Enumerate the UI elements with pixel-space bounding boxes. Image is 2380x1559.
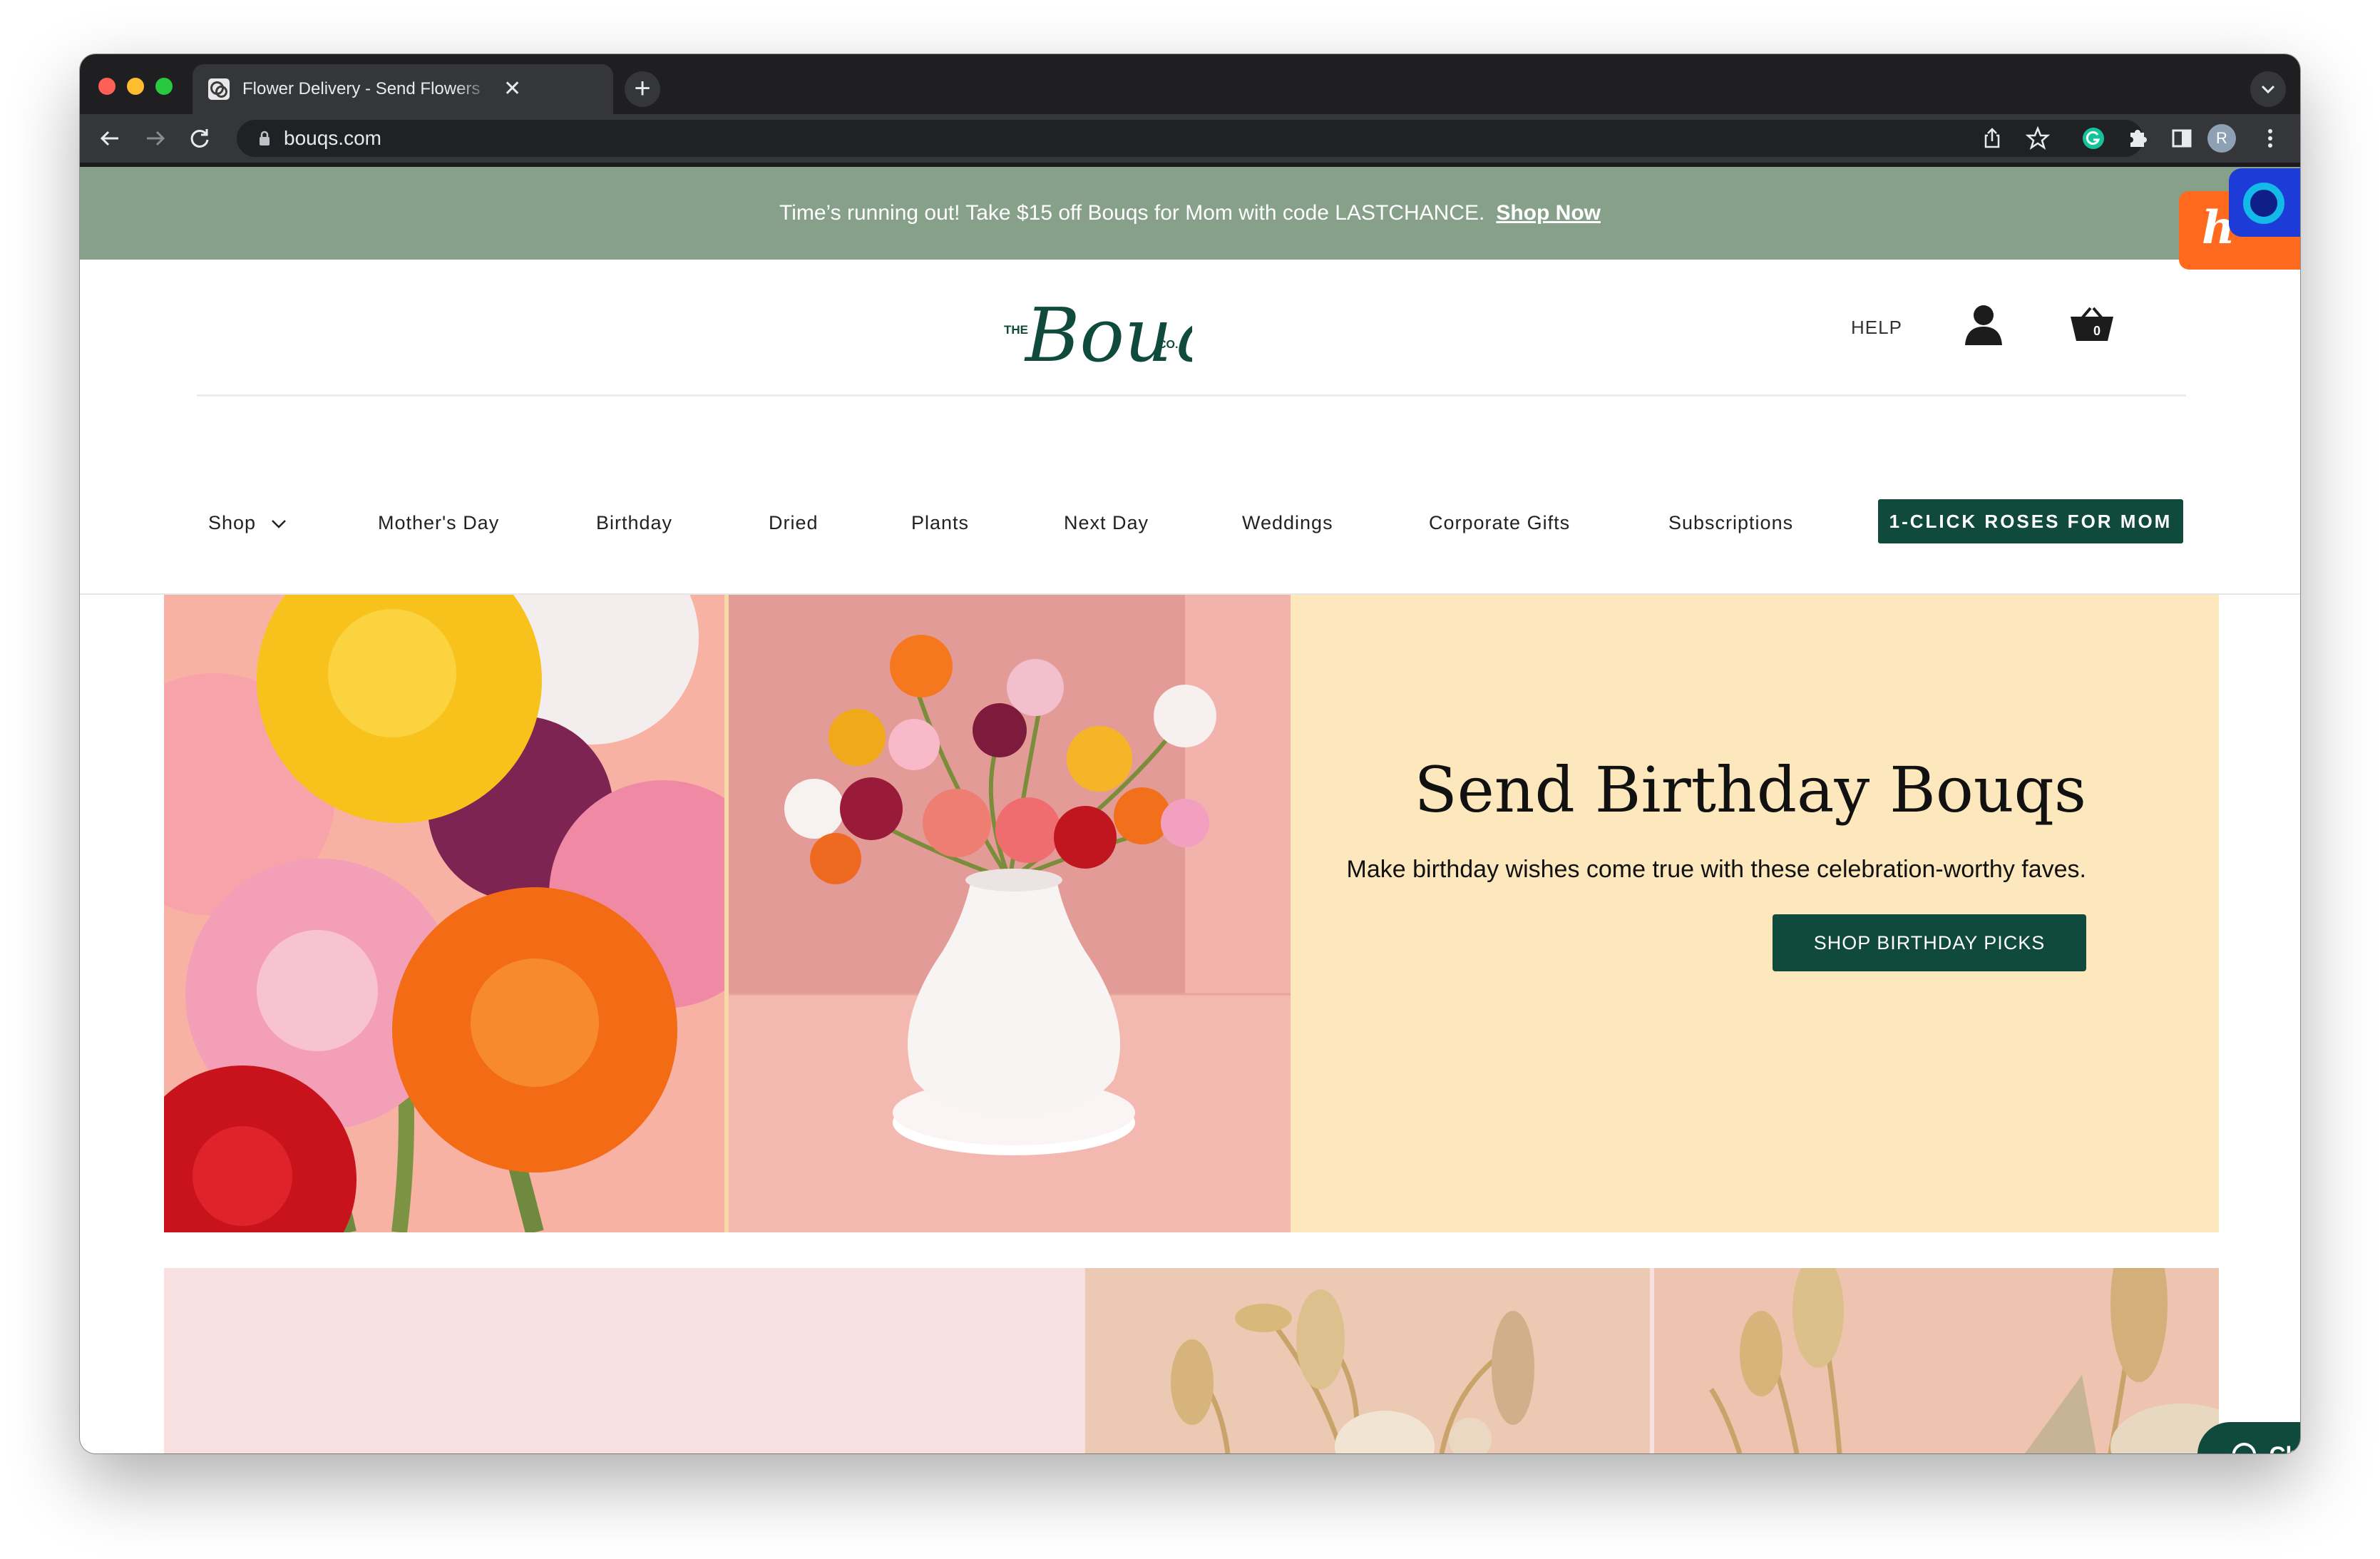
tab-close-icon[interactable]: ✕ <box>503 78 521 100</box>
profile-avatar[interactable]: R <box>2207 124 2236 153</box>
nav-plants[interactable]: Plants <box>911 512 969 534</box>
nav-next-day[interactable]: Next Day <box>1064 512 1149 534</box>
tab-title: Flower Delivery - Send Flowers <box>242 79 481 98</box>
back-arrow-icon[interactable] <box>97 126 123 151</box>
hero-banner: Send Birthday Bouqs Make birthday wishes… <box>164 595 2219 1232</box>
tab-strip: Flower Delivery - Send Flowers ✕ + <box>80 54 2300 114</box>
chevron-down-icon <box>271 519 286 528</box>
header-divider <box>197 394 2186 397</box>
nav-weddings[interactable]: Weddings <box>1242 512 1333 534</box>
promo-shop-now-link[interactable]: Shop Now <box>1496 201 1601 225</box>
dried-flowers-illustration <box>1171 1289 1534 1453</box>
promo-tile-pink[interactable] <box>164 1268 1085 1453</box>
grammarly-icon[interactable] <box>2081 126 2106 151</box>
hero-text-panel: Send Birthday Bouqs Make birthday wishes… <box>1291 595 2219 1232</box>
pampas-grass-illustration <box>1709 1268 2219 1453</box>
logo-co-text: CO. <box>1158 339 1178 351</box>
browser-window: Flower Delivery - Send Flowers ✕ + bouqs <box>80 54 2300 1453</box>
lock-icon <box>260 131 270 145</box>
main-nav: Shop Mother's Day Birthday Dried Plants … <box>80 499 2300 546</box>
close-window-button[interactable] <box>98 78 116 95</box>
more-menu-icon[interactable] <box>2257 126 2283 151</box>
share-icon[interactable] <box>1979 126 2005 151</box>
hero-subtitle: Make birthday wishes come true with thes… <box>1346 856 2086 883</box>
new-tab-button[interactable]: + <box>625 71 660 107</box>
browser-tab[interactable]: Flower Delivery - Send Flowers ✕ <box>193 64 613 114</box>
bookmark-star-icon[interactable] <box>2025 126 2051 151</box>
promo-text: Time’s running out! Take $15 off Bouqs f… <box>779 201 1485 225</box>
reload-icon[interactable] <box>187 126 212 151</box>
promo-tiles-row <box>164 1268 2219 1453</box>
ranunculus-closeup-illustration <box>164 595 724 1232</box>
one-click-roses-button[interactable]: 1-CLICK ROSES FOR MOM <box>1878 499 2183 543</box>
nav-mothers-day[interactable]: Mother's Day <box>378 512 499 534</box>
promo-banner: Time’s running out! Take $15 off Bouqs f… <box>80 167 2300 260</box>
forward-arrow-icon[interactable] <box>143 126 168 151</box>
flowers-in-vase-illustration <box>729 595 1291 1232</box>
favicon-icon <box>208 78 230 100</box>
zoom-window-button[interactable] <box>155 78 173 95</box>
side-panel-icon[interactable] <box>2169 126 2195 151</box>
chat-bubble-icon <box>2232 1442 2257 1453</box>
minimize-window-button[interactable] <box>127 78 144 95</box>
user-account-icon[interactable] <box>1962 301 2005 347</box>
hero-title: Send Birthday Bouqs <box>1414 753 2086 827</box>
dried-flowers-image-left[interactable] <box>1085 1268 1650 1453</box>
bouqs-logo[interactable]: THE Bouqs CO. <box>1000 277 1192 384</box>
ring-icon <box>2243 183 2284 224</box>
extension-overlay-button[interactable] <box>2229 168 2300 237</box>
nav-dried[interactable]: Dried <box>769 512 819 534</box>
chevron-down-icon <box>2261 85 2275 94</box>
nav-corporate-gifts[interactable]: Corporate Gifts <box>1429 512 1570 534</box>
nav-shop-label: Shop <box>208 512 257 533</box>
logo-the-text: THE <box>1004 323 1028 337</box>
shop-birthday-picks-button[interactable]: SHOP BIRTHDAY PICKS <box>1773 914 2086 971</box>
logo-word-text: Bouqs <box>1024 292 1192 379</box>
chat-button[interactable]: Chat <box>2197 1422 2300 1453</box>
dried-flowers-image-right[interactable] <box>1654 1268 2219 1453</box>
hero-vase-image[interactable] <box>729 595 1291 1232</box>
address-bar[interactable]: bouqs.com <box>237 120 2143 157</box>
hero-flowers-closeup-image[interactable] <box>164 595 724 1232</box>
chat-label: Chat <box>2269 1442 2300 1454</box>
cart-count-badge: 0 <box>2093 324 2101 338</box>
tab-search-button[interactable] <box>2250 71 2286 107</box>
browser-toolbar: bouqs.com R <box>80 114 2300 163</box>
help-link[interactable]: HELP <box>1851 317 1902 339</box>
nav-shop[interactable]: Shop <box>208 512 287 534</box>
address-text: bouqs.com <box>284 127 381 149</box>
nav-birthday[interactable]: Birthday <box>596 512 672 534</box>
extensions-puzzle-icon[interactable] <box>2125 126 2150 151</box>
nav-subscriptions[interactable]: Subscriptions <box>1668 512 1793 534</box>
